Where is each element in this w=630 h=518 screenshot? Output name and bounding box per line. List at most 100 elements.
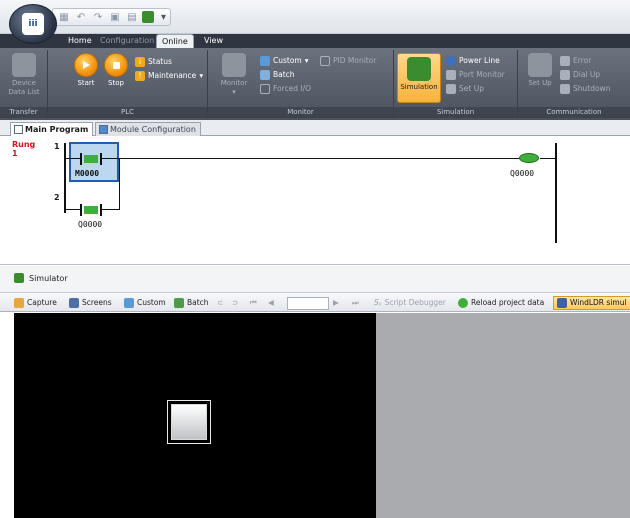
batch-icon bbox=[174, 298, 184, 308]
simulator-icon bbox=[14, 273, 24, 283]
ladder-editor[interactable]: Rung 1 1 2 M0000 Q0000 Q0000 bbox=[0, 137, 630, 265]
main-program-label: Main Program bbox=[25, 125, 89, 134]
simulation-button[interactable]: Simulation bbox=[397, 53, 441, 103]
wire bbox=[66, 158, 80, 159]
dial-up-label: Dial Up bbox=[573, 70, 601, 79]
simulator-background-area bbox=[376, 313, 630, 518]
contact-m0000[interactable] bbox=[80, 153, 102, 165]
pid-monitor-label: PID Monitor bbox=[333, 56, 377, 65]
start-icon bbox=[74, 53, 98, 77]
error-button[interactable]: Error bbox=[560, 55, 591, 67]
left-power-rail bbox=[64, 143, 66, 213]
coil-q0000[interactable] bbox=[519, 153, 539, 163]
batch-monitor-button[interactable]: Batch bbox=[260, 69, 295, 81]
rung-number-2: 2 bbox=[54, 193, 60, 202]
status-button[interactable]: i Status bbox=[135, 56, 172, 68]
device-data-list-button[interactable]: Device Data List bbox=[4, 53, 44, 103]
contact-q0000-label: Q0000 bbox=[78, 220, 103, 229]
capture-button[interactable]: Capture bbox=[14, 296, 57, 310]
rung-header: Rung 1 bbox=[12, 140, 35, 158]
simulation-icon bbox=[407, 57, 431, 81]
simulation-set-up-label: Set Up bbox=[459, 84, 484, 93]
tab-configuration[interactable]: Configuration bbox=[95, 34, 159, 48]
pid-monitor-button[interactable]: PID Monitor bbox=[320, 55, 376, 67]
customize-toolbar-icon[interactable]: ▾ bbox=[161, 12, 166, 23]
power-line-icon bbox=[446, 56, 456, 66]
previous-page-icon: ◀ bbox=[268, 298, 274, 307]
simulation-icon[interactable] bbox=[142, 11, 154, 23]
tab-online[interactable]: Online bbox=[156, 34, 194, 48]
back-button[interactable]: ⊂ bbox=[217, 296, 223, 310]
forced-io-label: Forced I/O bbox=[273, 84, 312, 93]
custom-button[interactable]: Custom bbox=[124, 296, 166, 310]
tab-view[interactable]: View bbox=[199, 34, 228, 48]
stop-label: Stop bbox=[108, 79, 124, 87]
ribbon-group-communication: Set Up Error Dial Up Shutdown Communicat… bbox=[518, 50, 630, 118]
port-monitor-button[interactable]: Port Monitor bbox=[446, 69, 505, 81]
device-data-list-icon bbox=[12, 53, 36, 77]
application-menu-button[interactable]: iii bbox=[9, 4, 57, 44]
screens-button[interactable]: Screens bbox=[69, 296, 112, 310]
monitor-icon bbox=[222, 53, 246, 77]
power-line-button[interactable]: Power Line bbox=[446, 55, 500, 67]
monitor-button[interactable]: Monitor ▾ bbox=[214, 53, 254, 103]
port-monitor-label: Port Monitor bbox=[459, 70, 505, 79]
page-number-input[interactable] bbox=[287, 297, 329, 310]
communication-set-up-button[interactable]: Set Up bbox=[520, 53, 560, 103]
simulator-title-label: Simulator bbox=[29, 273, 68, 283]
shutdown-label: Shutdown bbox=[573, 84, 611, 93]
next-page-button[interactable]: ▶ bbox=[333, 296, 339, 310]
ribbon-group-plc: Start Stop i Status ! Maintenance ▾ PLC bbox=[48, 50, 208, 118]
undo-icon[interactable]: ↶ bbox=[74, 10, 88, 24]
script-debugger-icon: Sᵧ bbox=[374, 298, 382, 307]
save-icon[interactable]: ▦ bbox=[57, 10, 71, 24]
custom-monitor-button[interactable]: Custom ▾ bbox=[260, 55, 309, 67]
windldr-simulation-icon bbox=[557, 298, 567, 308]
dial-up-button[interactable]: Dial Up bbox=[560, 69, 600, 81]
ribbon-group-monitor: Monitor ▾ Custom ▾ PID Monitor Batch For… bbox=[208, 50, 394, 118]
program-tab-bar: Main Program Module Configuration bbox=[0, 120, 630, 136]
status-icon: i bbox=[135, 57, 145, 67]
maintenance-button[interactable]: ! Maintenance ▾ bbox=[135, 70, 203, 82]
custom-icon bbox=[124, 298, 134, 308]
wire bbox=[540, 158, 555, 159]
group-label-plc: PLC bbox=[48, 107, 207, 118]
first-page-button[interactable]: ⏮ bbox=[250, 296, 257, 310]
monitor-dropdown-icon: ▾ bbox=[232, 88, 236, 96]
custom-label: Custom bbox=[137, 298, 166, 307]
previous-page-button[interactable]: ◀ bbox=[268, 296, 274, 310]
forward-button[interactable]: ⊃ bbox=[232, 296, 238, 310]
rung-number-1: 1 bbox=[54, 142, 60, 151]
batch-button[interactable]: Batch bbox=[174, 296, 209, 310]
main-program-icon bbox=[14, 125, 23, 134]
custom-icon bbox=[260, 56, 270, 66]
script-debugger-button[interactable]: Sᵧ Script Debugger bbox=[374, 296, 446, 310]
stop-button[interactable]: Stop bbox=[96, 53, 136, 103]
windldr-simulation-button[interactable]: WindLDR simul bbox=[553, 296, 630, 310]
simulation-set-up-button[interactable]: Set Up bbox=[446, 83, 484, 95]
download-icon[interactable]: ▤ bbox=[125, 10, 139, 24]
contact-m0000-label: M0000 bbox=[75, 169, 100, 178]
batch-icon bbox=[260, 70, 270, 80]
communication-set-up-label: Set Up bbox=[528, 79, 552, 87]
shutdown-button[interactable]: Shutdown bbox=[560, 83, 610, 95]
monitor-label: Monitor bbox=[220, 79, 248, 87]
tab-home[interactable]: Home bbox=[63, 34, 97, 48]
reload-project-data-button[interactable]: Reload project data bbox=[458, 296, 544, 310]
custom-dropdown-icon: ▾ bbox=[304, 56, 309, 65]
last-page-icon: ⏭ bbox=[352, 298, 359, 307]
rung-header-number: 1 bbox=[12, 149, 18, 158]
simulator-push-button[interactable] bbox=[167, 400, 211, 444]
quick-access-toolbar-buttons: ▦ ↶ ↷ ▣ ▤ ▾ bbox=[52, 8, 172, 26]
tab-module-configuration[interactable]: Module Configuration bbox=[95, 122, 201, 136]
tab-main-program[interactable]: Main Program bbox=[10, 122, 94, 136]
windldr-simulation-label: WindLDR simul bbox=[570, 298, 627, 307]
monitor-icon[interactable]: ▣ bbox=[108, 10, 122, 24]
power-line-label: Power Line bbox=[459, 56, 500, 65]
forced-io-button[interactable]: Forced I/O bbox=[260, 83, 311, 95]
redo-icon[interactable]: ↷ bbox=[91, 10, 105, 24]
first-page-icon: ⏮ bbox=[250, 298, 257, 307]
contact-q0000[interactable] bbox=[80, 204, 102, 216]
simulator-toolbar: Capture Screens Custom Batch ⊂ ⊃ ⏮ ◀ ▶ ⏭… bbox=[0, 292, 630, 312]
last-page-button[interactable]: ⏭ bbox=[352, 296, 359, 310]
